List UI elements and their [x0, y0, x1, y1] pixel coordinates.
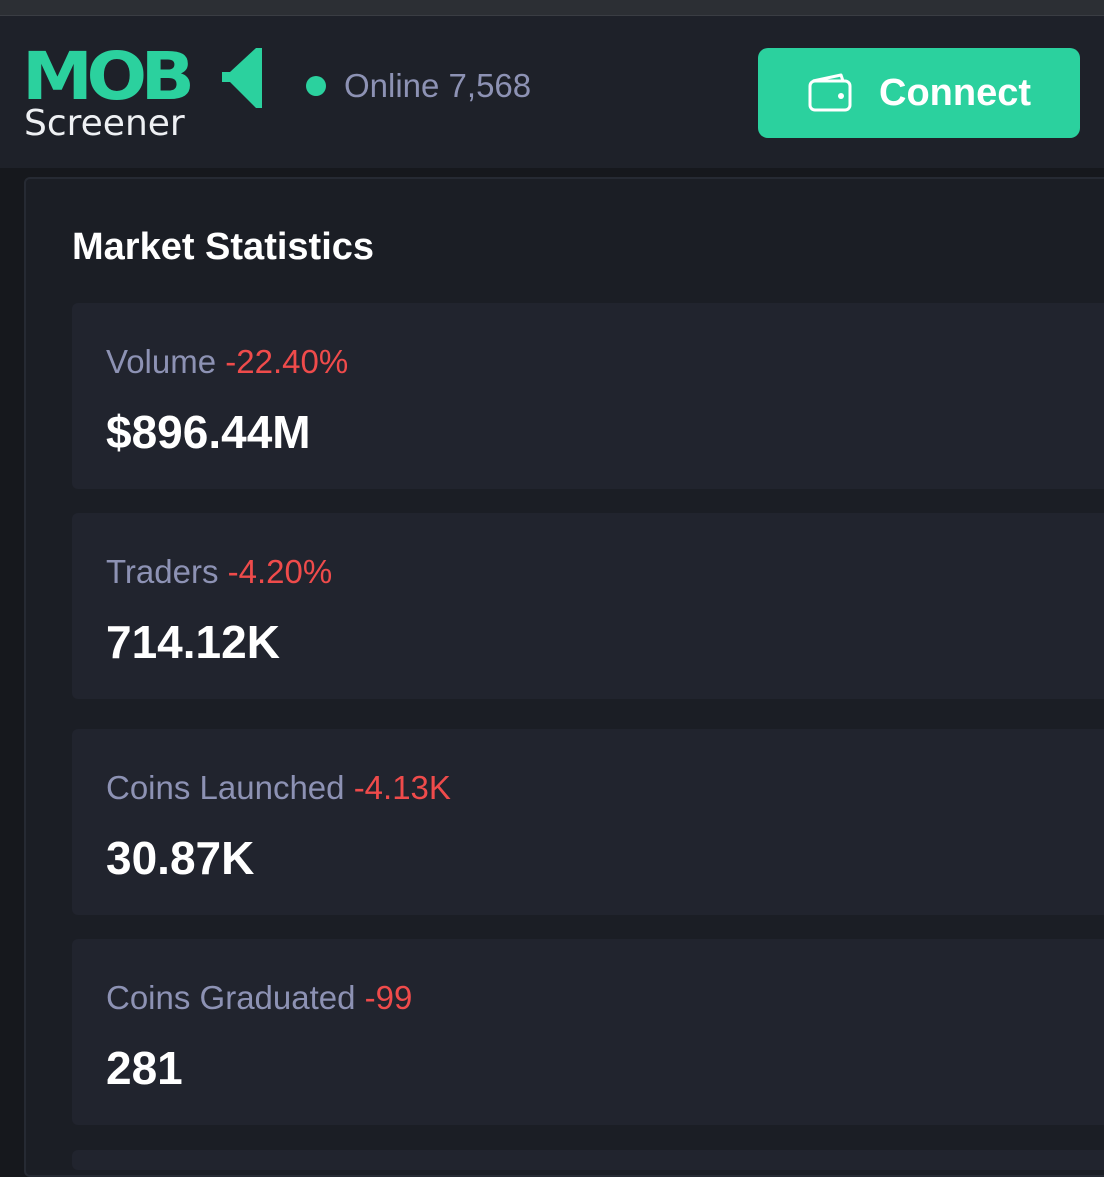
stat-label-text: Coins Launched	[106, 769, 345, 806]
stat-label-text: Coins Graduated	[106, 979, 356, 1016]
page-title: Market Statistics	[72, 226, 375, 268]
connect-button[interactable]: Connect	[758, 48, 1080, 138]
stat-change: -22.40%	[225, 343, 349, 380]
status-dot-icon	[306, 76, 326, 96]
stat-change: -99	[364, 979, 413, 1016]
stat-label: Traders -4.20%	[106, 553, 332, 591]
connect-button-label: Connect	[879, 71, 1031, 114]
stat-change: -4.13K	[353, 769, 451, 806]
stat-label: Coins Graduated -99	[106, 979, 412, 1017]
stat-card-traders: Traders -4.20% 714.12K	[72, 513, 1104, 699]
stat-card-volume: Volume -22.40% $896.44M	[72, 303, 1104, 489]
stat-card-partial	[72, 1150, 1104, 1170]
stat-value: 30.87K	[106, 832, 255, 884]
online-count: Online 7,568	[344, 67, 532, 104]
online-indicator: Online 7,568	[306, 66, 531, 106]
stat-label-text: Traders	[106, 553, 219, 590]
stat-change: -4.20%	[227, 553, 333, 590]
stat-value: 281	[106, 1042, 183, 1094]
wallet-icon	[808, 73, 852, 112]
app-header: MOB Screener Online 7,568 Connect	[0, 16, 1104, 168]
stat-label-text: Volume	[106, 343, 217, 380]
stat-label: Coins Launched -4.13K	[106, 769, 451, 807]
stat-card-coins-launched: Coins Launched -4.13K 30.87K	[72, 729, 1104, 915]
logo-arrow-mark-icon	[222, 48, 262, 108]
mob-screener-logo[interactable]: MOB Screener	[22, 44, 262, 154]
stat-value: 714.12K	[106, 616, 280, 668]
stat-value: $896.44M	[106, 406, 311, 458]
browser-top-strip	[0, 0, 1104, 16]
logo-wordmark: MOB	[22, 38, 195, 115]
stat-card-coins-graduated: Coins Graduated -99 281	[72, 939, 1104, 1125]
stat-label: Volume -22.40%	[106, 343, 348, 381]
logo-subtitle: Screener	[24, 103, 185, 144]
